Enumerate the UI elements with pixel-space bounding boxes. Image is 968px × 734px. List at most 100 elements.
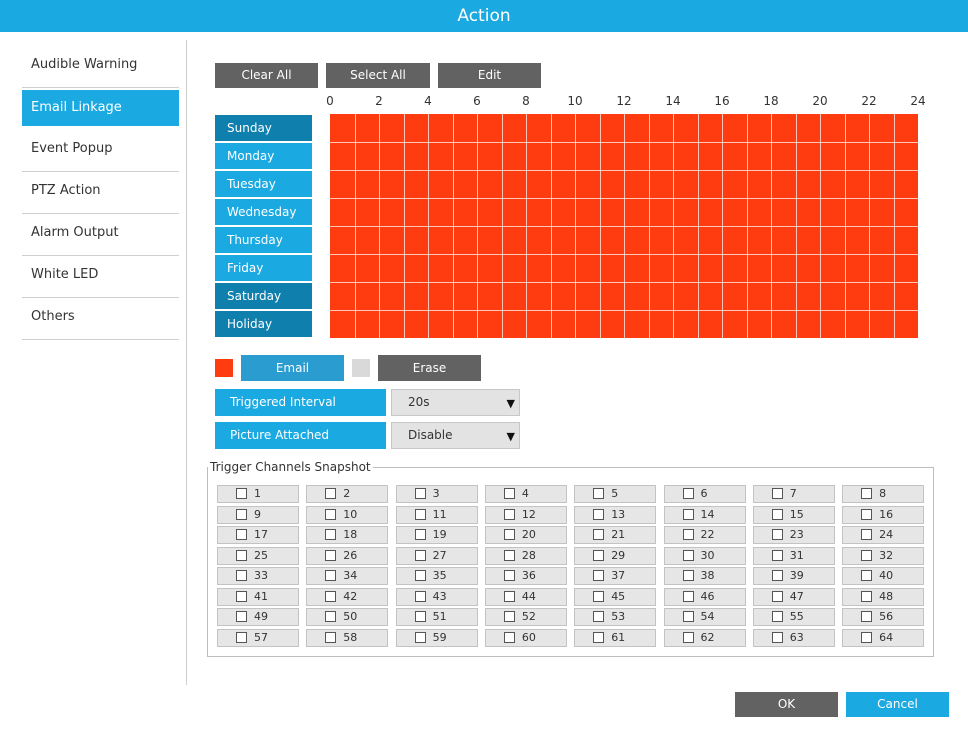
checkbox-icon[interactable]: [325, 549, 337, 561]
channel-checkbox-29[interactable]: 29: [574, 546, 657, 565]
checkbox-icon[interactable]: [325, 611, 337, 622]
channel-checkbox-48[interactable]: 48: [842, 587, 925, 606]
checkbox-icon[interactable]: [236, 631, 247, 643]
sidebar-item-white-led[interactable]: White LED: [22, 256, 179, 298]
edit-button[interactable]: Edit: [438, 63, 541, 88]
channel-checkbox-46[interactable]: 46: [663, 587, 746, 606]
day-label-saturday[interactable]: Saturday: [215, 283, 312, 309]
channel-checkbox-33[interactable]: 33: [217, 567, 299, 585]
channel-checkbox-61[interactable]: 61: [574, 628, 657, 647]
channel-checkbox-18[interactable]: 18: [306, 526, 389, 544]
checkbox-icon[interactable]: [771, 590, 783, 602]
checkbox-icon[interactable]: [593, 590, 605, 602]
sidebar-item-email-linkage[interactable]: Email Linkage: [22, 90, 179, 126]
channel-checkbox-53[interactable]: 53: [574, 608, 657, 626]
checkbox-icon[interactable]: [414, 611, 426, 622]
channel-checkbox-16[interactable]: 16: [842, 505, 925, 524]
checkbox-icon[interactable]: [593, 570, 605, 581]
channel-checkbox-11[interactable]: 11: [395, 505, 478, 524]
channel-checkbox-49[interactable]: 49: [217, 608, 299, 626]
checkbox-icon[interactable]: [325, 590, 337, 602]
channel-checkbox-20[interactable]: 20: [484, 526, 567, 544]
sidebar-item-event-popup[interactable]: Event Popup: [22, 130, 179, 172]
checkbox-icon[interactable]: [861, 488, 873, 499]
channel-checkbox-21[interactable]: 21: [574, 526, 657, 544]
channel-checkbox-34[interactable]: 34: [306, 567, 389, 585]
day-label-tuesday[interactable]: Tuesday: [215, 171, 312, 197]
checkbox-icon[interactable]: [861, 529, 873, 540]
channel-checkbox-55[interactable]: 55: [752, 608, 835, 626]
checkbox-icon[interactable]: [414, 529, 426, 540]
channel-checkbox-15[interactable]: 15: [752, 505, 835, 524]
checkbox-icon[interactable]: [861, 590, 873, 602]
day-label-friday[interactable]: Friday: [215, 255, 312, 281]
checkbox-icon[interactable]: [682, 570, 694, 581]
checkbox-icon[interactable]: [325, 488, 337, 499]
channel-checkbox-35[interactable]: 35: [395, 567, 478, 585]
checkbox-icon[interactable]: [593, 631, 605, 643]
checkbox-icon[interactable]: [682, 631, 694, 643]
checkbox-icon[interactable]: [414, 570, 426, 581]
channel-checkbox-8[interactable]: 8: [842, 485, 925, 503]
checkbox-icon[interactable]: [503, 549, 515, 561]
checkbox-icon[interactable]: [861, 611, 873, 622]
channel-checkbox-45[interactable]: 45: [574, 587, 657, 606]
channel-checkbox-17[interactable]: 17: [217, 526, 299, 544]
channel-checkbox-58[interactable]: 58: [306, 628, 389, 647]
checkbox-icon[interactable]: [593, 488, 605, 499]
channel-checkbox-9[interactable]: 9: [217, 505, 299, 524]
checkbox-icon[interactable]: [861, 508, 873, 520]
channel-checkbox-37[interactable]: 37: [574, 567, 657, 585]
channel-checkbox-32[interactable]: 32: [842, 546, 925, 565]
checkbox-icon[interactable]: [503, 590, 515, 602]
day-label-sunday[interactable]: Sunday: [215, 115, 312, 141]
channel-checkbox-50[interactable]: 50: [306, 608, 389, 626]
sidebar-item-others[interactable]: Others: [22, 298, 179, 340]
sidebar-item-audible-warning[interactable]: Audible Warning: [22, 46, 179, 88]
checkbox-icon[interactable]: [593, 611, 605, 622]
channel-checkbox-41[interactable]: 41: [217, 587, 299, 606]
checkbox-icon[interactable]: [503, 488, 515, 499]
channel-checkbox-64[interactable]: 64: [842, 628, 925, 647]
checkbox-icon[interactable]: [414, 508, 426, 520]
channel-checkbox-3[interactable]: 3: [395, 485, 478, 503]
checkbox-icon[interactable]: [503, 631, 515, 643]
channel-checkbox-54[interactable]: 54: [663, 608, 746, 626]
channel-checkbox-39[interactable]: 39: [752, 567, 835, 585]
channel-checkbox-10[interactable]: 10: [306, 505, 389, 524]
channel-checkbox-47[interactable]: 47: [752, 587, 835, 606]
channel-checkbox-56[interactable]: 56: [842, 608, 925, 626]
day-label-thursday[interactable]: Thursday: [215, 227, 312, 253]
channel-checkbox-19[interactable]: 19: [395, 526, 478, 544]
checkbox-icon[interactable]: [325, 508, 337, 520]
checkbox-icon[interactable]: [236, 508, 247, 520]
channel-checkbox-42[interactable]: 42: [306, 587, 389, 606]
clear-all-button[interactable]: Clear All: [215, 63, 318, 88]
channel-checkbox-60[interactable]: 60: [484, 628, 567, 647]
checkbox-icon[interactable]: [414, 590, 426, 602]
channel-checkbox-23[interactable]: 23: [752, 526, 835, 544]
channel-checkbox-22[interactable]: 22: [663, 526, 746, 544]
channel-checkbox-62[interactable]: 62: [663, 628, 746, 647]
checkbox-icon[interactable]: [414, 488, 426, 499]
channel-checkbox-27[interactable]: 27: [395, 546, 478, 565]
checkbox-icon[interactable]: [771, 488, 783, 499]
checkbox-icon[interactable]: [236, 488, 247, 499]
channel-checkbox-43[interactable]: 43: [395, 587, 478, 606]
cancel-button[interactable]: Cancel: [846, 692, 949, 717]
sidebar-item-alarm-output[interactable]: Alarm Output: [22, 214, 179, 256]
checkbox-icon[interactable]: [682, 549, 694, 561]
channel-checkbox-52[interactable]: 52: [484, 608, 567, 626]
checkbox-icon[interactable]: [325, 631, 337, 643]
day-label-monday[interactable]: Monday: [215, 143, 312, 169]
erase-mode-button[interactable]: Erase: [378, 355, 481, 381]
checkbox-icon[interactable]: [503, 508, 515, 520]
checkbox-icon[interactable]: [771, 570, 783, 581]
checkbox-icon[interactable]: [503, 570, 515, 581]
checkbox-icon[interactable]: [236, 529, 247, 540]
channel-checkbox-26[interactable]: 26: [306, 546, 389, 565]
checkbox-icon[interactable]: [682, 590, 694, 602]
channel-checkbox-57[interactable]: 57: [217, 628, 299, 647]
checkbox-icon[interactable]: [682, 508, 694, 520]
day-label-wednesday[interactable]: Wednesday: [215, 199, 312, 225]
